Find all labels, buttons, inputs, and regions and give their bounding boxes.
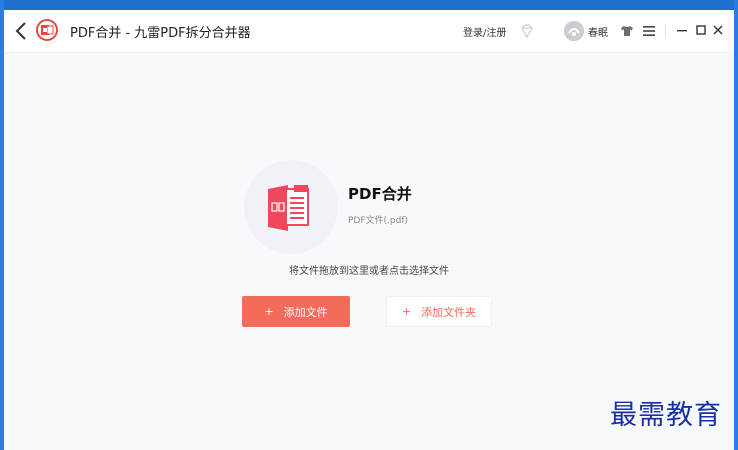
add-folder-button[interactable]: + 添加文件夹: [386, 296, 492, 327]
feature-title: PDF合并: [348, 185, 412, 203]
chevron-left-icon[interactable]: [12, 20, 32, 42]
tshirt-icon[interactable]: [620, 24, 634, 38]
feature-subtitle: PDF文件(.pdf): [348, 216, 409, 226]
maximize-icon[interactable]: [695, 24, 707, 36]
watermark-text: 最需教育: [610, 400, 722, 431]
window-title: PDF合并 - 九雷PDF拆分合并器: [70, 26, 251, 41]
drop-hint-text: 将文件拖放到这里或者点击选择文件: [289, 266, 449, 277]
plus-icon: +: [401, 305, 412, 318]
username-label[interactable]: 春眠: [588, 24, 608, 39]
add-file-label: 添加文件: [283, 305, 328, 319]
minimize-icon[interactable]: [676, 24, 688, 36]
add-file-button[interactable]: + 添加文件: [242, 296, 350, 327]
plus-icon: +: [264, 305, 274, 318]
close-icon[interactable]: [712, 24, 724, 36]
hamburger-menu-icon[interactable]: [642, 24, 656, 38]
titlebar-divider: [665, 24, 666, 38]
diamond-icon[interactable]: [519, 23, 535, 39]
login-register-link[interactable]: 登录/注册: [463, 24, 506, 39]
app-window: PDF合并 - 九雷PDF拆分合并器 登录/注册 春眠 PDF合并 PDF文件(…: [4, 10, 734, 450]
avatar[interactable]: [564, 21, 584, 41]
desktop-edge-right: [734, 0, 738, 450]
pdf-merge-icon: [268, 185, 309, 231]
title-bar: PDF合并 - 九雷PDF拆分合并器 登录/注册 春眠: [4, 10, 734, 53]
user-icon: [564, 21, 584, 41]
add-folder-label: 添加文件夹: [421, 305, 477, 319]
pdf-logo-icon: [36, 19, 58, 41]
